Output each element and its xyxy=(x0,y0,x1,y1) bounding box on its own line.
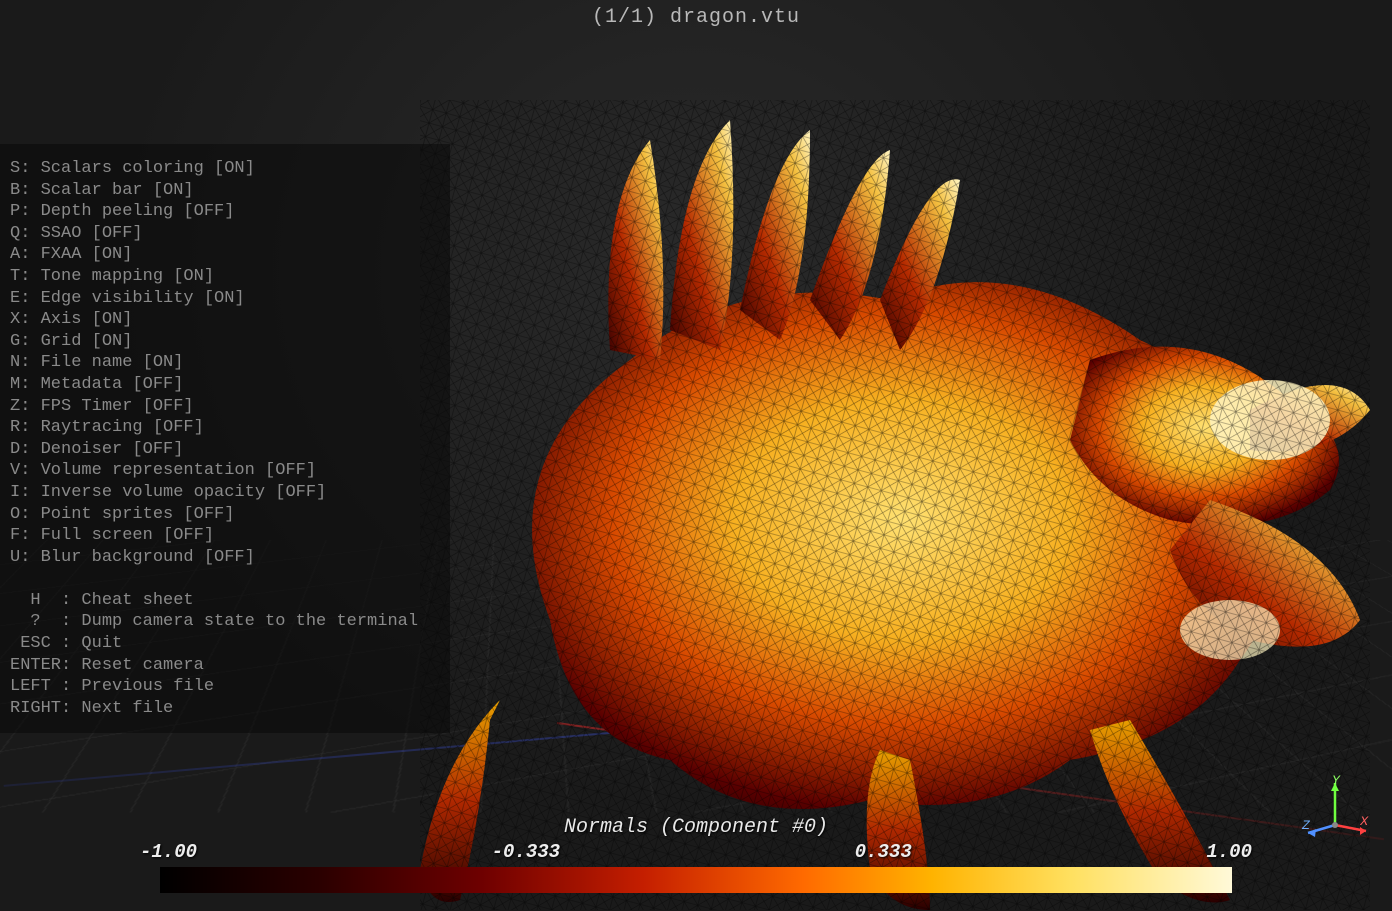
scalar-bar-tick: -1.00 xyxy=(140,841,197,863)
scalar-bar-ticks: -1.00 -0.333 0.333 1.00 xyxy=(140,841,1252,863)
axis-label-z: Z xyxy=(1302,818,1310,833)
cheat-sheet-panel: S: Scalars coloring [ON] B: Scalar bar [… xyxy=(0,144,450,733)
scalar-bar-title: Normals (Component #0) xyxy=(564,816,828,839)
file-name-label: (1/1) dragon.vtu xyxy=(592,6,800,29)
scalar-bar-tick: 1.00 xyxy=(1206,841,1252,863)
axis-label-x: X xyxy=(1360,814,1368,829)
scalar-bar-tick: 0.333 xyxy=(855,841,912,863)
scalar-bar-tick: -0.333 xyxy=(492,841,560,863)
scalar-bar-gradient xyxy=(160,867,1232,893)
axis-label-y: Y xyxy=(1332,773,1340,788)
viewport-3d[interactable]: (1/1) dragon.vtu S: Scalars coloring [ON… xyxy=(0,0,1392,911)
axis-orientation-widget[interactable]: X Y Z xyxy=(1300,777,1370,847)
